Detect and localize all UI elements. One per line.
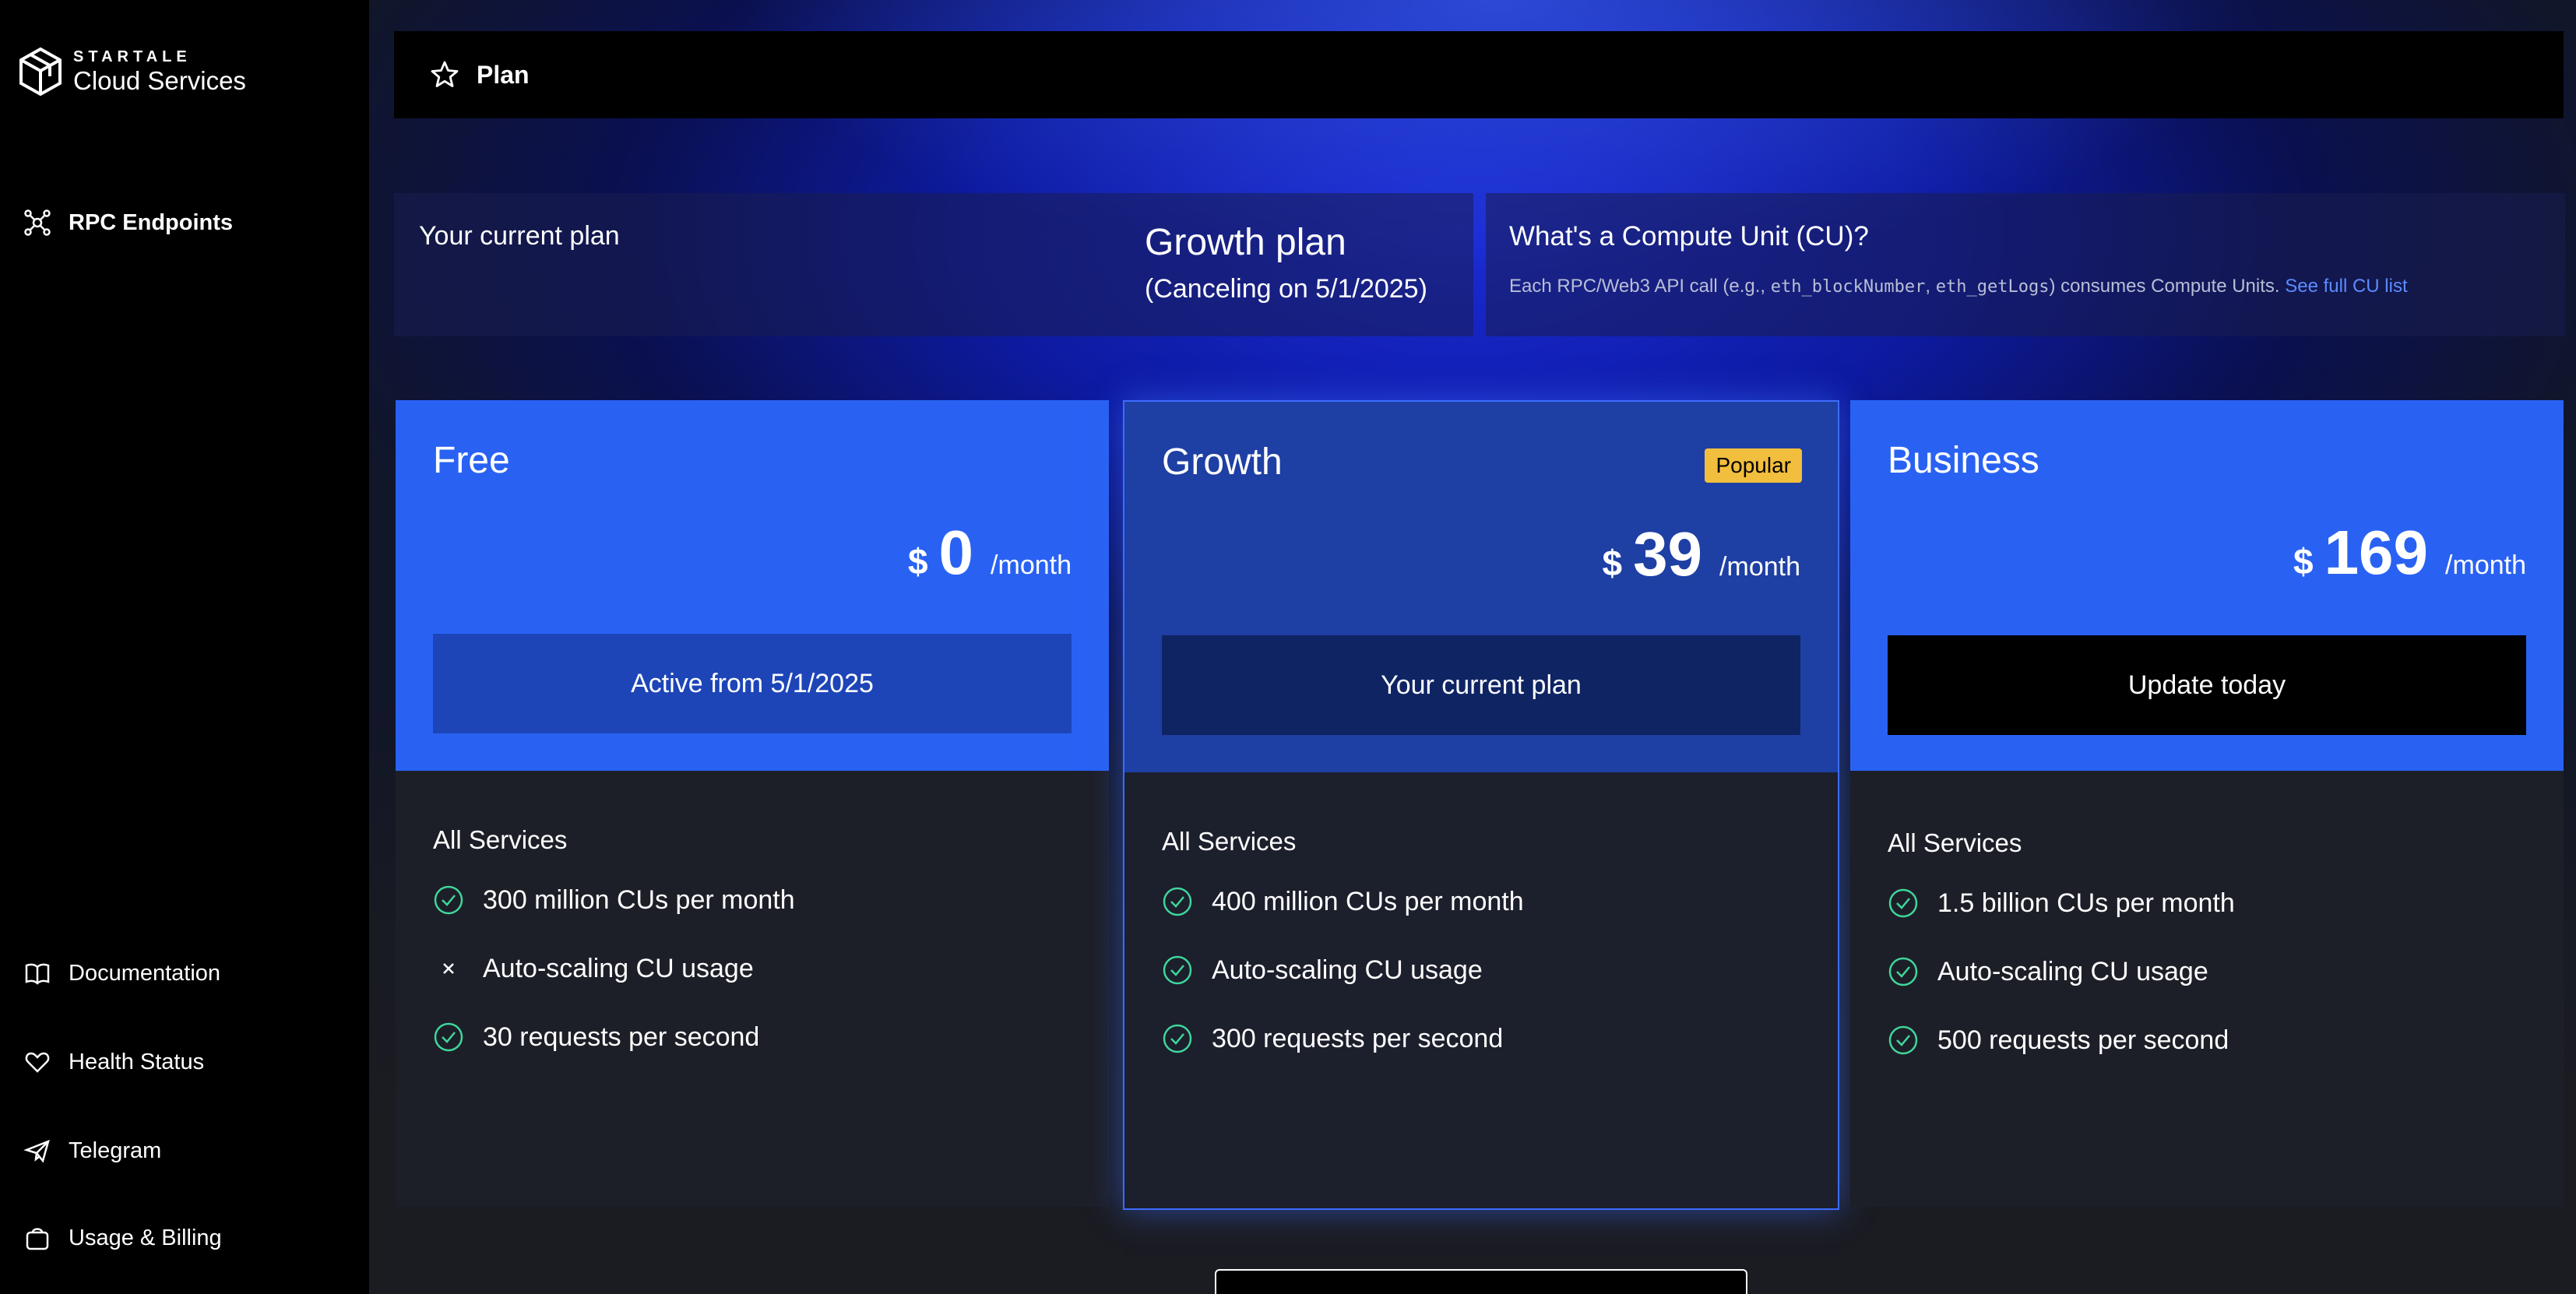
feature-text: Auto-scaling CU usage — [1212, 955, 1483, 985]
feature-item: 300 requests per second — [1162, 1021, 1524, 1056]
sidebar-item-usage-billing[interactable]: Usage & Billing — [23, 1224, 222, 1252]
plan-price: $ 39 /month — [1602, 519, 1800, 590]
cu-info-description: Each RPC/Web3 API call (e.g., eth_blockN… — [1509, 276, 2408, 297]
sidebar-item-label: RPC Endpoints — [69, 209, 234, 235]
feature-item: 1.5 billion CUs per month — [1888, 886, 2235, 920]
feature-item: 30 requests per second — [433, 1020, 795, 1054]
plan-price: $ 0 /month — [908, 517, 1072, 589]
price-amount: 0 — [938, 518, 974, 587]
send-icon — [23, 1139, 50, 1163]
see-cu-list-link[interactable]: See full CU list — [2285, 276, 2407, 297]
current-plan-panel: Your current plan Growth plan (Canceling… — [394, 193, 1473, 336]
feature-text: 30 requests per second — [483, 1021, 760, 1052]
check-circle-icon — [434, 885, 463, 915]
cu-info-panel: What's a Compute Unit (CU)? Each RPC/Web… — [1486, 193, 2565, 336]
plan-card-business: Business $ 169 /month Update today All S… — [1850, 400, 2564, 1207]
features-title: All Services — [433, 825, 568, 854]
price-period: /month — [2445, 550, 2526, 580]
plan-price: $ 169 /month — [2293, 517, 2526, 589]
heart-icon — [25, 1052, 50, 1073]
update-today-button[interactable]: Update today — [1888, 635, 2526, 735]
price-currency: $ — [1602, 543, 1623, 583]
price-currency: $ — [2293, 541, 2314, 582]
logo-brand: STARTALE — [73, 48, 192, 65]
feature-text: 400 million CUs per month — [1212, 886, 1524, 916]
feature-list: All Services 1.5 billion CUs per month A… — [1888, 828, 2235, 1092]
plan-name: Business — [1888, 440, 2039, 481]
current-plan-button[interactable]: Your current plan — [1162, 635, 1800, 735]
sidebar-item-rpc-endpoints[interactable]: RPC Endpoints — [23, 209, 233, 237]
check-circle-icon — [1163, 887, 1192, 916]
plan-card-free: Free $ 0 /month Active from 5/1/2025 All… — [396, 400, 1109, 1207]
network-icon — [24, 209, 51, 236]
page-header: Plan — [394, 31, 2564, 118]
code-eth-getlogs: eth_getLogs — [1935, 277, 2050, 297]
plan-card-header: Business $ 169 /month Update today — [1850, 400, 2564, 771]
feature-item: 500 requests per second — [1888, 1023, 2235, 1057]
plan-card-header: Free $ 0 /month Active from 5/1/2025 — [396, 400, 1109, 771]
features-title: All Services — [1162, 827, 1297, 856]
feature-text: Auto-scaling CU usage — [483, 953, 754, 983]
plan-card-growth: Growth Popular $ 39 /month Your current … — [1123, 400, 1839, 1210]
feature-item: Auto-scaling CU usage — [1162, 953, 1524, 987]
cube-logo-icon — [19, 47, 62, 97]
check-circle-icon — [1163, 1024, 1192, 1053]
bottom-action-button[interactable] — [1215, 1269, 1747, 1294]
features-title: All Services — [1888, 828, 2022, 857]
logo-product: Cloud Services — [73, 66, 246, 95]
sidebar-item-label: Usage & Billing — [69, 1225, 222, 1250]
sidebar: STARTALE Cloud Services RPC Endpoints Do… — [0, 0, 369, 1294]
plan-name: Free — [433, 440, 510, 481]
price-currency: $ — [907, 541, 928, 582]
feature-item: 300 million CUs per month — [433, 883, 795, 917]
feature-text: 300 requests per second — [1212, 1023, 1504, 1053]
feature-item: Auto-scaling CU usage — [1888, 955, 2235, 989]
current-plan-label: Your current plan — [419, 221, 620, 251]
sidebar-item-documentation[interactable]: Documentation — [23, 959, 220, 987]
cu-info-title: What's a Compute Unit (CU)? — [1509, 221, 1869, 251]
current-plan-name: Growth plan — [1145, 222, 1346, 263]
main-content: Plan Your current plan Growth plan (Canc… — [369, 0, 2576, 1294]
bag-icon — [26, 1228, 49, 1250]
page-title: Plan — [477, 60, 530, 89]
feature-text: 300 million CUs per month — [483, 884, 795, 915]
sidebar-item-label: Health Status — [69, 1049, 205, 1074]
sidebar-item-telegram[interactable]: Telegram — [23, 1137, 161, 1165]
feature-text: 500 requests per second — [1937, 1025, 2229, 1055]
feature-item: Auto-scaling CU usage — [433, 951, 795, 986]
plan-name: Growth — [1162, 441, 1283, 483]
feature-list: All Services 300 million CUs per month A… — [433, 825, 795, 1088]
price-period: /month — [1719, 552, 1800, 582]
cu-desc-sep: , — [1925, 276, 1936, 297]
check-circle-icon — [1888, 957, 1918, 986]
current-plan-status: (Canceling on 5/1/2025) — [1145, 274, 1427, 304]
feature-list: All Services 400 million CUs per month A… — [1162, 827, 1524, 1090]
feature-text: 1.5 billion CUs per month — [1937, 888, 2235, 918]
feature-item: 400 million CUs per month — [1162, 884, 1524, 919]
star-icon — [431, 61, 459, 87]
price-amount: 169 — [2324, 518, 2429, 587]
active-from-button[interactable]: Active from 5/1/2025 — [433, 634, 1072, 733]
price-amount: 39 — [1633, 519, 1703, 589]
check-circle-icon — [1888, 888, 1918, 918]
check-circle-icon — [1888, 1025, 1918, 1055]
feature-text: Auto-scaling CU usage — [1937, 956, 2208, 986]
sidebar-item-health-status[interactable]: Health Status — [23, 1048, 204, 1076]
code-eth-blocknumber: eth_blockNumber — [1770, 277, 1926, 297]
sidebar-item-label: Telegram — [69, 1138, 162, 1163]
cu-desc-text: Each RPC/Web3 API call (e.g., — [1509, 276, 1771, 297]
sidebar-item-label: Documentation — [69, 960, 221, 986]
book-icon — [25, 963, 50, 985]
popular-badge: Popular — [1705, 448, 1802, 483]
price-period: /month — [991, 550, 1072, 580]
plan-card-header: Growth Popular $ 39 /month Your current … — [1124, 402, 1838, 772]
check-circle-icon — [434, 1022, 463, 1052]
logo[interactable]: STARTALE Cloud Services — [19, 47, 246, 97]
check-circle-icon — [1163, 955, 1192, 985]
x-icon — [443, 963, 454, 974]
cu-desc-text-end: ) consumes Compute Units. — [2049, 276, 2280, 297]
